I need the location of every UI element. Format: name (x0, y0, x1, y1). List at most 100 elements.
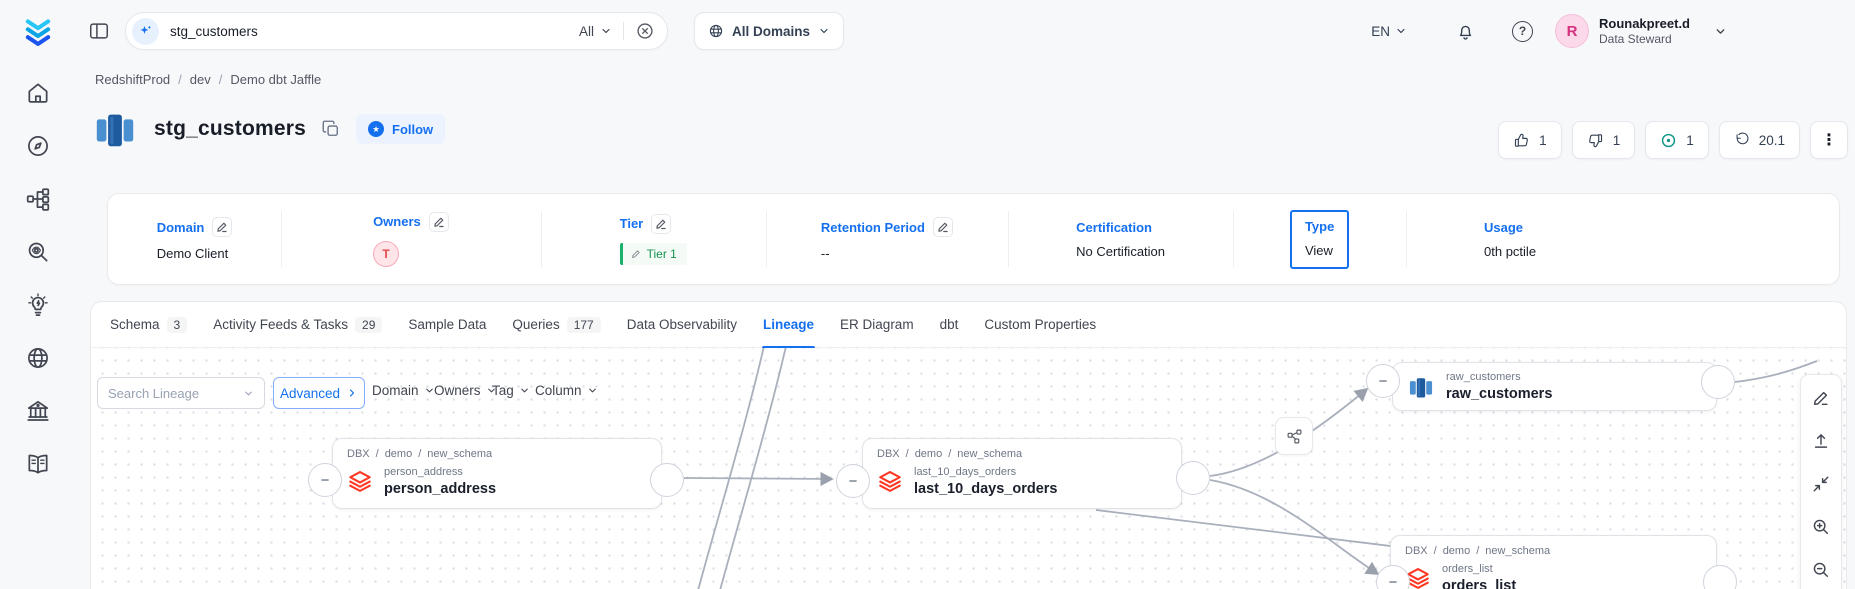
search-clear-icon[interactable] (635, 21, 655, 41)
domain-label: Domain (157, 220, 205, 235)
top-navbar: All All Domains EN (75, 0, 1855, 62)
node-breadcrumb: DBX/ demo/ new_schema (1391, 536, 1716, 560)
lineage-node-person-address[interactable]: DBX/ demo/ new_schema person_address per… (332, 438, 662, 509)
breadcrumb: RedshiftProd / dev / Demo dbt Jaffle (92, 72, 1848, 87)
platform-lineage-icon[interactable] (25, 186, 51, 212)
filter-column-dropdown[interactable]: Column (535, 383, 598, 398)
task-status-icon (1660, 132, 1677, 149)
breadcrumb-schema[interactable]: Demo dbt Jaffle (230, 72, 321, 87)
databricks-icon (877, 469, 903, 495)
tab-lineage[interactable]: Lineage (750, 302, 827, 347)
domain-value[interactable]: Demo Client (157, 246, 229, 261)
collapse-upstream-handle[interactable]: − (836, 464, 870, 498)
usage-value: 0th pctile (1484, 244, 1536, 259)
open-tasks-button[interactable]: 1 (1645, 121, 1709, 159)
tab-custom-properties[interactable]: Custom Properties (971, 302, 1109, 347)
version-button[interactable]: 20.1 (1719, 121, 1800, 159)
edit-owners-icon[interactable] (429, 212, 449, 232)
node-breadcrumb: DBX/ demo/ new_schema (333, 439, 661, 463)
collapse-upstream-handle[interactable]: − (1366, 364, 1400, 398)
entity-actions: 1 1 1 20.1 ⋮ (1498, 121, 1848, 159)
zoom-in-icon[interactable] (1812, 518, 1830, 536)
advanced-filter-button[interactable]: Advanced (273, 377, 365, 409)
domains-filter-dropdown[interactable]: All Domains (694, 12, 844, 50)
node-output-handle[interactable] (1176, 461, 1210, 495)
global-search-bar[interactable]: All (125, 12, 668, 50)
downvote-count: 1 (1613, 133, 1621, 148)
certification-label: Certification (1076, 220, 1152, 235)
collapse-upstream-handle[interactable]: − (308, 463, 342, 497)
user-info: Rounakpreet.d Data Steward (1599, 16, 1690, 46)
user-avatar: R (1555, 14, 1589, 48)
copy-icon[interactable] (321, 119, 341, 139)
lineage-node-raw-customers[interactable]: raw_customers raw_customers (1392, 362, 1717, 411)
edit-lineage-icon[interactable] (1812, 389, 1830, 407)
insights-bulb-icon[interactable] (25, 292, 51, 318)
entity-header: RedshiftProd / dev / Demo dbt Jaffle stg… (75, 62, 1855, 285)
observability-icon[interactable] (25, 239, 51, 265)
upvote-button[interactable]: 1 (1498, 121, 1562, 159)
domains-globe-icon[interactable] (25, 345, 51, 371)
tier-tag-icon (631, 249, 641, 259)
user-name: Rounakpreet.d (1599, 16, 1690, 32)
upvote-count: 1 (1539, 133, 1547, 148)
tab-schema[interactable]: Schema3 (97, 302, 200, 347)
filter-owners-dropdown[interactable]: Owners (434, 383, 497, 398)
node-fqn-name: orders_list (1442, 563, 1516, 575)
lineage-toolbar (1800, 374, 1842, 589)
lineage-search-box[interactable] (97, 377, 265, 409)
global-search-input[interactable] (170, 24, 579, 39)
chevron-right-icon (346, 387, 358, 399)
lineage-search-input[interactable] (108, 386, 235, 401)
tab-data-observability[interactable]: Data Observability (614, 302, 750, 347)
tab-dbt[interactable]: dbt (927, 302, 972, 347)
node-fqn-name: person_address (384, 466, 496, 478)
edit-domain-icon[interactable] (212, 217, 232, 237)
globe-icon (708, 23, 724, 39)
owners-label: Owners (373, 214, 421, 229)
notifications-bell-icon[interactable] (1455, 21, 1476, 42)
tab-activity-feeds[interactable]: Activity Feeds & Tasks29 (200, 302, 395, 347)
export-lineage-icon[interactable] (1812, 432, 1830, 450)
lineage-canvas[interactable]: Advanced Domain Owners Tag Column (91, 348, 1846, 589)
tab-sample-data[interactable]: Sample Data (395, 302, 499, 347)
app-logo[interactable] (20, 13, 56, 49)
app-root: All All Domains EN (0, 0, 1855, 589)
search-scope-dropdown[interactable]: All (579, 24, 612, 39)
lineage-node-last-10-days-orders[interactable]: DBX/ demo/ new_schema last_10_days_order… (862, 438, 1182, 509)
govern-bank-icon[interactable] (25, 398, 51, 424)
user-menu[interactable]: R Rounakpreet.d Data Steward (1555, 14, 1690, 48)
entity-metadata-card: Domain Demo Client Owners T (107, 193, 1840, 285)
node-output-handle[interactable] (1701, 365, 1735, 399)
fit-view-icon[interactable] (1812, 475, 1830, 493)
node-breadcrumb: DBX/ demo/ new_schema (863, 439, 1181, 463)
user-menu-chevron-icon[interactable] (1714, 25, 1727, 38)
glossary-book-icon[interactable] (25, 451, 51, 477)
lineage-node-orders-list[interactable]: DBX/ demo/ new_schema orders_list orders… (1390, 535, 1717, 589)
zoom-out-icon[interactable] (1812, 561, 1830, 579)
filter-tag-dropdown[interactable]: Tag (492, 383, 530, 398)
edge-pipeline-icon[interactable] (1275, 417, 1313, 455)
explore-compass-icon[interactable] (25, 133, 51, 159)
help-icon[interactable]: ? (1512, 21, 1533, 42)
node-output-handle[interactable] (650, 463, 684, 497)
downvote-button[interactable]: 1 (1572, 121, 1636, 159)
tier-label: Tier (620, 216, 644, 231)
tier-badge[interactable]: Tier 1 (620, 243, 687, 265)
navbar-right-cluster: EN ? R Rounakpreet.d Data Steward (1371, 14, 1727, 48)
tab-er-diagram[interactable]: ER Diagram (827, 302, 927, 347)
node-display-name: last_10_days_orders (914, 481, 1058, 497)
edit-retention-icon[interactable] (933, 217, 953, 237)
more-actions-button[interactable]: ⋮ (1810, 121, 1848, 159)
breadcrumb-database[interactable]: dev (190, 72, 211, 87)
filter-domain-dropdown[interactable]: Domain (372, 383, 435, 398)
title-row: stg_customers ★ Follow 1 1 (92, 101, 1848, 157)
follow-button[interactable]: ★ Follow (356, 114, 445, 144)
language-dropdown[interactable]: EN (1371, 24, 1407, 39)
edit-tier-icon[interactable] (651, 214, 671, 234)
owner-avatar[interactable]: T (373, 241, 399, 267)
home-icon[interactable] (25, 80, 51, 106)
breadcrumb-service[interactable]: RedshiftProd (95, 72, 170, 87)
sidebar-toggle-icon[interactable] (88, 20, 110, 42)
tab-queries[interactable]: Queries177 (499, 302, 613, 347)
